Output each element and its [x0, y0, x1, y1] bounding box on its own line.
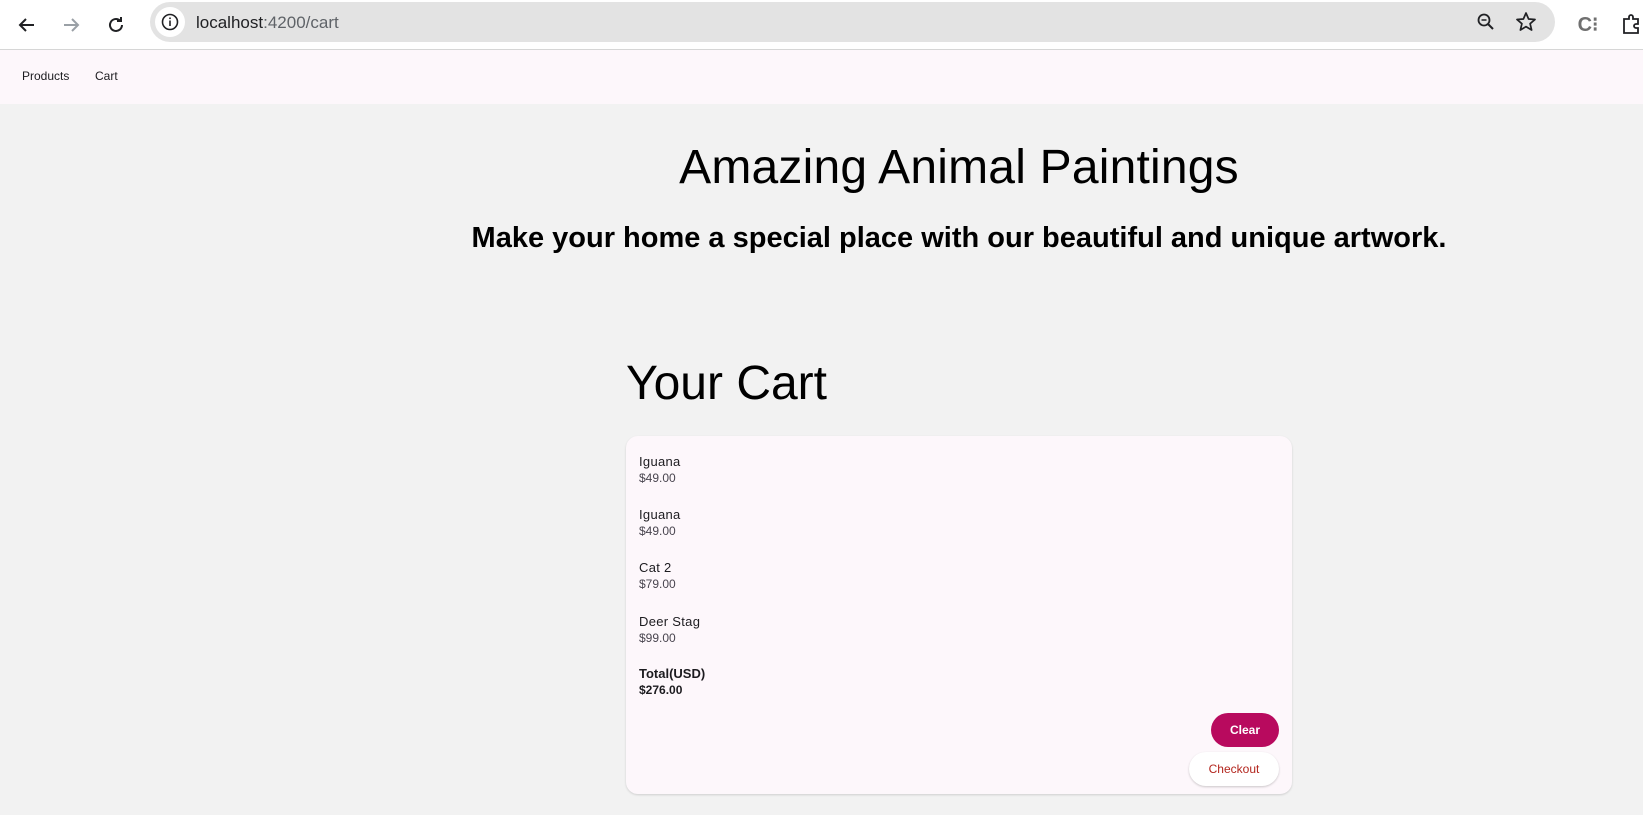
cart-item: Iguana $49.00 — [639, 506, 681, 540]
cart-item: Iguana $49.00 — [639, 453, 681, 487]
item-price: $99.00 — [639, 631, 676, 645]
nav-cart-link[interactable]: Cart — [95, 69, 118, 83]
reload-icon[interactable] — [100, 9, 132, 41]
cart-card: Iguana $49.00 Iguana $49.00 Cat 2 $79.00… — [626, 436, 1292, 794]
checkout-button[interactable]: Checkout — [1189, 752, 1279, 786]
item-price: $79.00 — [639, 577, 676, 591]
page-title: Amazing Animal Paintings — [679, 141, 1239, 194]
item-name: Iguana — [639, 454, 681, 469]
browser-toolbar: localhost:4200/cart C⁝ — [0, 0, 1643, 50]
item-name: Deer Stag — [639, 614, 701, 629]
cart-total: Total(USD) $276.00 — [639, 665, 705, 699]
cart-item: Deer Stag $99.00 — [639, 613, 700, 647]
back-arrow-icon[interactable] — [11, 9, 43, 41]
extension-c-icon[interactable]: C⁝ — [1573, 9, 1603, 39]
nav-products-link[interactable]: Products — [22, 69, 69, 83]
cart-item: Cat 2 $79.00 — [639, 559, 676, 593]
zoom-icon[interactable] — [1474, 10, 1498, 34]
url-path: :4200/cart — [263, 13, 339, 32]
extensions-puzzle-icon[interactable] — [1617, 9, 1643, 39]
page-subtitle: Make your home a special place with our … — [471, 222, 1447, 254]
total-value: $276.00 — [639, 683, 683, 697]
clear-button[interactable]: Clear — [1211, 713, 1279, 747]
forward-arrow-icon[interactable] — [55, 9, 87, 41]
app-toolbar: Products Cart — [0, 50, 1643, 104]
item-name: Cat 2 — [639, 560, 672, 575]
address-bar[interactable]: localhost:4200/cart — [150, 2, 1555, 42]
item-price: $49.00 — [639, 524, 676, 538]
item-price: $49.00 — [639, 471, 676, 485]
item-name: Iguana — [639, 507, 681, 522]
bookmark-star-icon[interactable] — [1514, 10, 1538, 34]
site-info-icon[interactable] — [155, 7, 185, 37]
total-label: Total(USD) — [639, 666, 706, 681]
url-host: localhost — [196, 13, 264, 32]
cart-heading: Your Cart — [626, 357, 827, 410]
url-text[interactable]: localhost:4200/cart — [196, 13, 339, 33]
